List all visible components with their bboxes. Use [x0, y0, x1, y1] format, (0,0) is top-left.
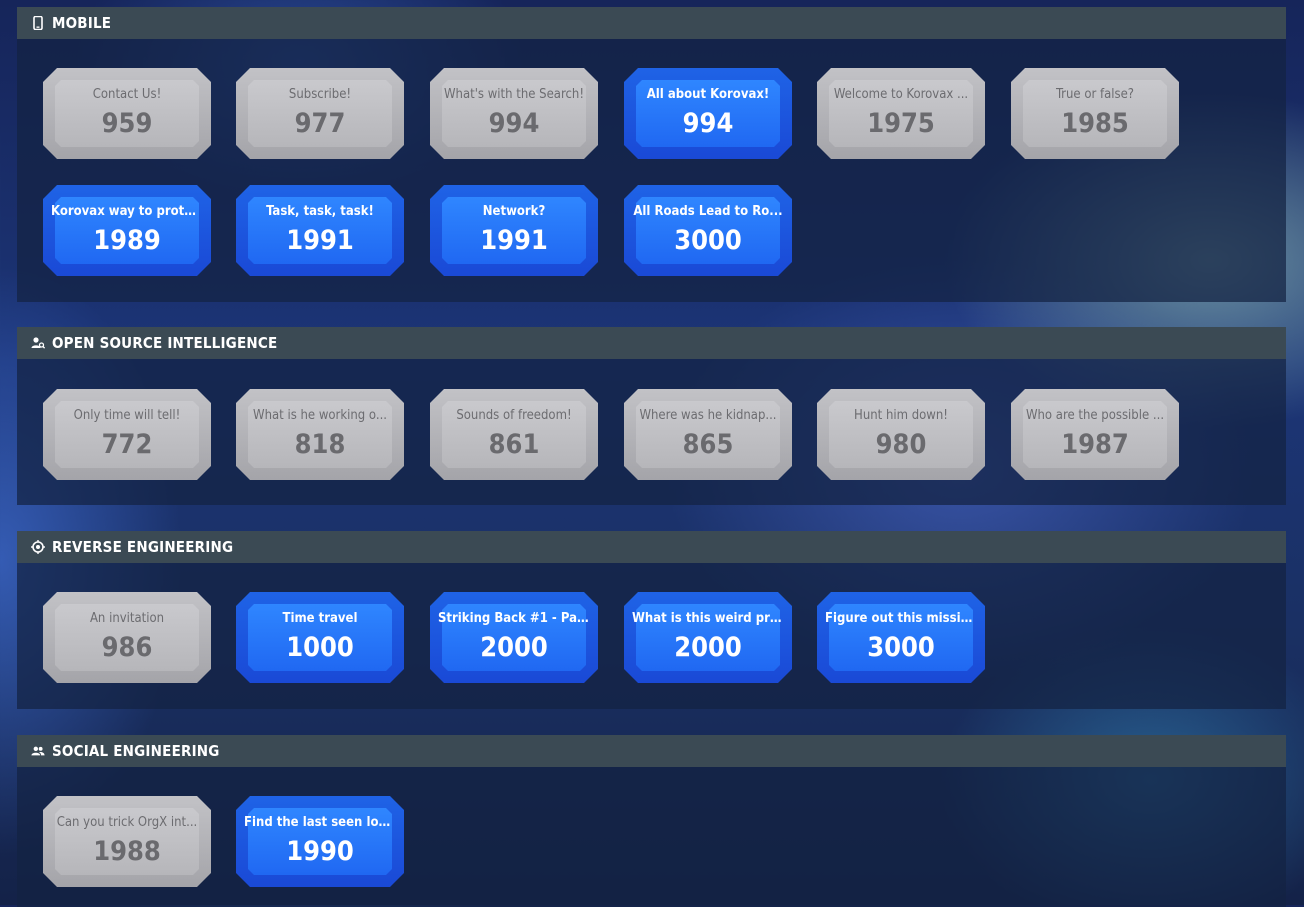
- challenge-points: 772: [101, 429, 153, 460]
- challenge-card[interactable]: Only time will tell! 772: [43, 389, 211, 480]
- group-icon: [31, 744, 45, 758]
- challenge-points: 3000: [867, 632, 935, 663]
- challenge-card[interactable]: Welcome to Korovax ... 1975: [817, 68, 985, 159]
- challenge-name: Find the last seen loc...: [244, 815, 396, 830]
- section-header: OPEN SOURCE INTELLIGENCE: [17, 327, 1286, 359]
- challenge-name: Time travel: [282, 611, 358, 626]
- challenge-name: Figure out this missiv...: [825, 611, 977, 626]
- challenge-points: 1988: [93, 836, 161, 867]
- challenge-points: 1991: [480, 225, 548, 256]
- challenge-name: What is this weird pro...: [632, 611, 784, 626]
- challenge-points: 977: [294, 108, 346, 139]
- challenge-name: Korovax way to prote...: [51, 204, 203, 219]
- challenge-points: 986: [101, 632, 153, 663]
- section-header: REVERSE ENGINEERING: [17, 531, 1286, 563]
- challenge-card-solved[interactable]: Find the last seen loc... 1990: [236, 796, 404, 887]
- challenge-card[interactable]: Hunt him down! 980: [817, 389, 985, 480]
- challenge-card[interactable]: True or false? 1985: [1011, 68, 1179, 159]
- section-body: An invitation 986 Time travel 1000 Strikin…: [17, 563, 1286, 709]
- challenge-points: 1985: [1061, 108, 1129, 139]
- challenge-name: Only time will tell!: [73, 408, 181, 423]
- challenge-points: 959: [101, 108, 153, 139]
- challenge-card[interactable]: What is he working o... 818: [236, 389, 404, 480]
- mobile-phone-icon: [31, 16, 45, 30]
- challenge-card[interactable]: Where was he kidnap... 865: [624, 389, 792, 480]
- chip-icon: [31, 540, 45, 554]
- challenge-points: 2000: [480, 632, 548, 663]
- challenge-points: 818: [294, 429, 346, 460]
- challenge-points: 861: [488, 429, 540, 460]
- section-osint: OPEN SOURCE INTELLIGENCE Only time will …: [17, 327, 1286, 505]
- challenge-card-solved[interactable]: Korovax way to prote... 1989: [43, 185, 211, 276]
- challenge-name: Contact Us!: [92, 87, 162, 102]
- section-body: Can you trick OrgX int... 1988 Find the l…: [17, 767, 1286, 907]
- section-title: REVERSE ENGINEERING: [52, 538, 234, 556]
- section-social-engineering: SOCIAL ENGINEERING Can you trick OrgX in…: [17, 735, 1286, 907]
- challenge-name: Subscribe!: [288, 87, 352, 102]
- section-title: OPEN SOURCE INTELLIGENCE: [52, 334, 278, 352]
- challenge-card-solved[interactable]: Striking Back #1 - Pas... 2000: [430, 592, 598, 683]
- challenge-card[interactable]: Contact Us! 959: [43, 68, 211, 159]
- challenge-card[interactable]: Sounds of freedom! 861: [430, 389, 598, 480]
- challenge-points: 1989: [93, 225, 161, 256]
- challenge-card[interactable]: Subscribe! 977: [236, 68, 404, 159]
- challenge-card[interactable]: Can you trick OrgX int... 1988: [43, 796, 211, 887]
- challenge-name: Sounds of freedom!: [456, 408, 572, 423]
- challenge-name: All about Korovax!: [646, 87, 770, 102]
- challenge-points: 1987: [1061, 429, 1129, 460]
- challenge-name: Welcome to Korovax ...: [833, 87, 969, 102]
- user-search-icon: [31, 336, 45, 350]
- challenge-card[interactable]: What's with the Search! 994: [430, 68, 598, 159]
- challenge-name: Striking Back #1 - Pas...: [438, 611, 590, 626]
- section-title: SOCIAL ENGINEERING: [52, 742, 220, 760]
- challenge-card-solved[interactable]: Time travel 1000: [236, 592, 404, 683]
- challenge-points: 1990: [286, 836, 354, 867]
- section-body: Only time will tell! 772 What is he worki…: [17, 359, 1286, 505]
- challenge-card-solved[interactable]: All about Korovax! 994: [624, 68, 792, 159]
- section-title: MOBILE: [52, 14, 112, 32]
- challenge-points: 980: [875, 429, 927, 460]
- challenge-name: Network?: [482, 204, 546, 219]
- challenge-points: 994: [488, 108, 540, 139]
- challenge-name: All Roads Lead to Ro...: [633, 204, 783, 219]
- challenge-name: Can you trick OrgX int...: [56, 815, 198, 830]
- challenge-card-solved[interactable]: All Roads Lead to Ro... 3000: [624, 185, 792, 276]
- challenge-name: What's with the Search!: [443, 87, 585, 102]
- challenge-points: 3000: [674, 225, 742, 256]
- section-mobile: MOBILE Contact Us! 959 Subscribe! 977 What…: [17, 7, 1286, 302]
- challenge-card[interactable]: An invitation 986: [43, 592, 211, 683]
- challenge-name: An invitation: [89, 611, 165, 626]
- challenge-points: 2000: [674, 632, 742, 663]
- section-reverse-engineering: REVERSE ENGINEERING An invitation 986 Tim…: [17, 531, 1286, 709]
- challenge-points: 1991: [286, 225, 354, 256]
- challenge-name: Task, task, task!: [266, 204, 374, 219]
- challenge-points: 865: [682, 429, 734, 460]
- challenge-points: 1975: [867, 108, 935, 139]
- challenge-points: 994: [682, 108, 734, 139]
- section-body: Contact Us! 959 Subscribe! 977 What's with…: [17, 39, 1286, 302]
- challenge-name: What is he working o...: [253, 408, 387, 423]
- challenge-points: 1000: [286, 632, 354, 663]
- challenge-card[interactable]: Who are the possible ... 1987: [1011, 389, 1179, 480]
- challenge-name: Hunt him down!: [854, 408, 948, 423]
- challenge-name: Who are the possible ...: [1025, 408, 1165, 423]
- challenge-card-solved[interactable]: Task, task, task! 1991: [236, 185, 404, 276]
- challenge-card-solved[interactable]: Figure out this missiv... 3000: [817, 592, 985, 683]
- challenge-name: Where was he kidnap...: [639, 408, 777, 423]
- challenge-card-solved[interactable]: What is this weird pro... 2000: [624, 592, 792, 683]
- challenge-name: True or false?: [1055, 87, 1135, 102]
- section-header: MOBILE: [17, 7, 1286, 39]
- section-header: SOCIAL ENGINEERING: [17, 735, 1286, 767]
- challenge-card-solved[interactable]: Network? 1991: [430, 185, 598, 276]
